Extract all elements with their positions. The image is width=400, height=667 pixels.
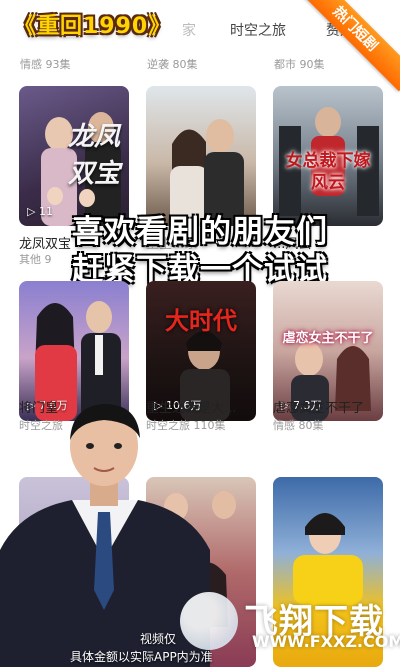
- tab-family[interactable]: 家: [182, 20, 196, 40]
- disclaimer-line-1: 视频仅: [140, 632, 177, 646]
- drama-poster[interactable]: [146, 86, 256, 226]
- poster-title-art: 龙凤双宝: [67, 122, 120, 189]
- poster-title-art: 女总裁下嫁风云: [285, 151, 371, 193]
- watermark-url: WWW.FXXZ.COM: [252, 632, 400, 651]
- drama-title[interactable]: 虐恋女主不干了: [273, 397, 385, 416]
- app-title: 《重回1990》: [14, 14, 172, 39]
- presenter-avatar: [0, 404, 210, 667]
- poster-title-art: 大时代: [165, 307, 237, 335]
- tab-time-travel[interactable]: 时空之旅: [230, 20, 286, 40]
- disclaimer-line-2: 具体金额以实际APP内为准: [70, 650, 213, 664]
- drama-poster[interactable]: 龙凤双宝 ▷ 11: [19, 86, 129, 226]
- drama-poster[interactable]: 女总裁下嫁风云: [273, 86, 383, 226]
- card-meta: 情感 80集: [273, 419, 324, 432]
- card-meta: 情感 93集: [20, 58, 71, 71]
- card-meta: 逆袭 80集: [147, 58, 198, 71]
- watermark-logo-icon: [180, 592, 238, 650]
- card-meta: 都市 90集: [274, 58, 325, 71]
- poster-figures: [170, 119, 244, 226]
- poster-title-art: 虐恋女主不干了: [282, 331, 374, 346]
